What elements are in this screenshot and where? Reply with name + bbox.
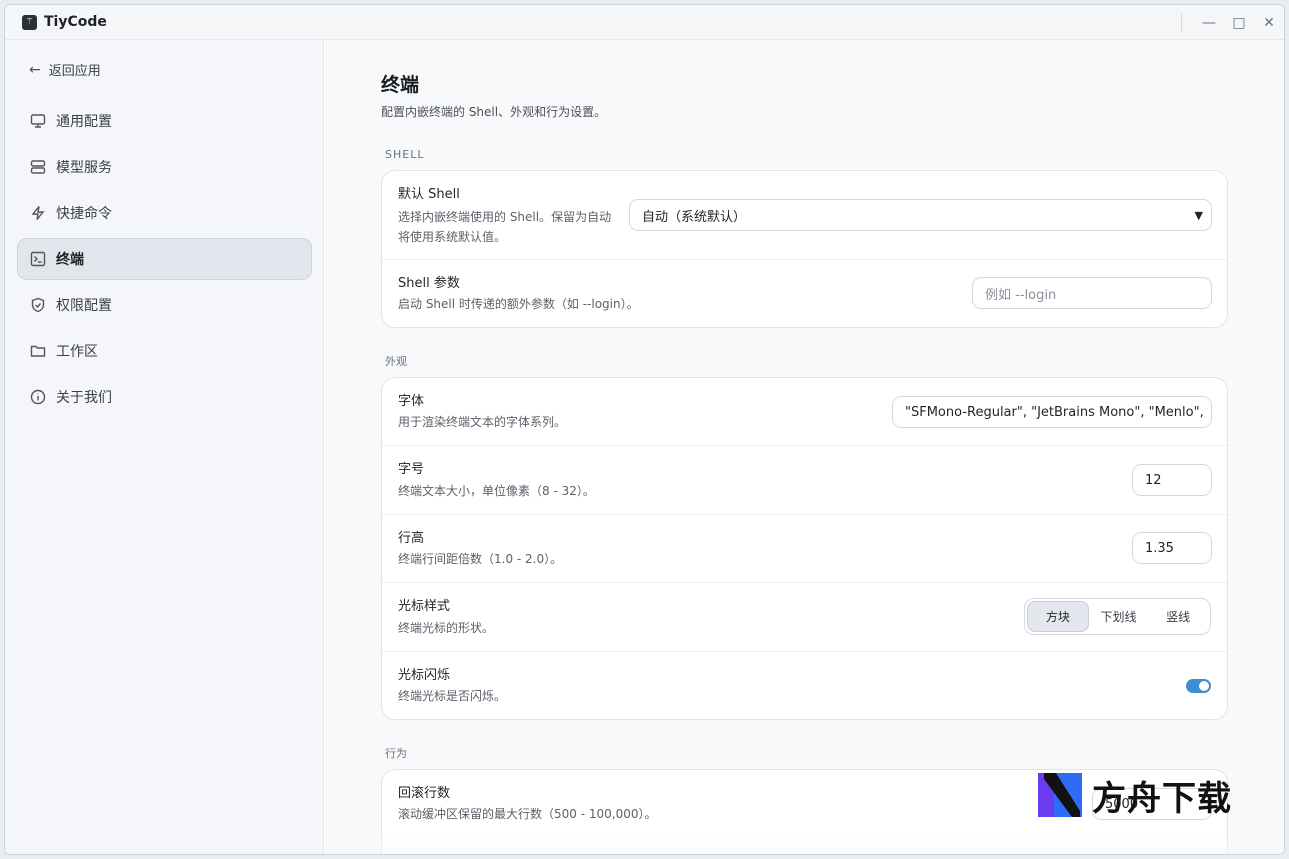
monitor-icon <box>30 113 46 129</box>
title-bar: ⚚ TiyCode — □ ✕ <box>5 5 1284 40</box>
maximize-icon[interactable]: □ <box>1224 5 1254 40</box>
app-window: ⚚ TiyCode — □ ✕ ← 返回应用 通用配置 模型服务 快捷命令 终端… <box>4 4 1285 855</box>
cursor-style-option-bar[interactable]: 竖线 <box>1148 601 1208 632</box>
default-shell-desc: 选择内嵌终端使用的 Shell。保留为自动 将使用系统默认值。 <box>398 207 611 247</box>
default-shell-title: 默认 Shell <box>398 187 460 202</box>
app-logo-icon: ⚚ <box>22 14 37 30</box>
page-subtitle: 配置内嵌终端的 Shell、外观和行为设置。 <box>381 105 607 119</box>
sidebar-item-models[interactable]: 模型服务 <box>17 146 312 188</box>
font-family-input[interactable]: "SFMono-Regular", "JetBrains Mono", "Men… <box>892 396 1212 428</box>
font-title: 字体 <box>398 394 425 409</box>
font-size-input[interactable]: 12 <box>1132 464 1212 496</box>
sidebar-item-commands[interactable]: 快捷命令 <box>17 192 312 234</box>
server-icon <box>30 159 46 175</box>
shield-icon <box>30 297 46 313</box>
appearance-settings-card: 字体 用于渲染终端文本的字体系列。 "SFMono-Regular", "Jet… <box>381 377 1228 720</box>
watermark-text: 方舟下载 <box>1092 778 1232 819</box>
folder-icon <box>30 343 46 359</box>
sidebar-item-label: 快捷命令 <box>56 206 112 222</box>
shell-settings-card: 默认 Shell 选择内嵌终端使用的 Shell。保留为自动 将使用系统默认值。… <box>381 170 1228 328</box>
section-label-behavior: 行为 <box>385 747 407 760</box>
shell-args-desc: 启动 Shell 时传递的额外参数（如 --login）。 <box>398 297 639 311</box>
font-size-title: 字号 <box>398 462 425 477</box>
watermark: 方舟下载 <box>1036 770 1250 820</box>
sidebar-item-general[interactable]: 通用配置 <box>17 100 312 142</box>
default-shell-select[interactable]: 自动（系统默认） ▼ <box>629 199 1212 231</box>
scrollback-title: 回滚行数 <box>398 786 451 801</box>
shell-args-row: Shell 参数 启动 Shell 时传递的额外参数（如 --login）。 例… <box>382 260 1227 327</box>
shell-args-input[interactable]: 例如 --login <box>972 277 1212 309</box>
line-height-title: 行高 <box>398 531 425 546</box>
chevron-down-icon: ▼ <box>1194 209 1203 222</box>
scroll-fade <box>381 835 1228 854</box>
info-icon <box>30 389 46 405</box>
section-label-appearance: 外观 <box>385 355 407 368</box>
terminal-icon <box>30 251 46 267</box>
font-size-row: 字号 终端文本大小，单位像素（8 - 32）。 12 <box>382 446 1227 515</box>
sidebar-item-label: 工作区 <box>56 344 98 360</box>
default-shell-desc-line-1: 选择内嵌终端使用的 Shell。保留为自动 <box>398 210 612 224</box>
minimize-icon[interactable]: — <box>1194 5 1224 40</box>
sidebar-item-about[interactable]: 关于我们 <box>17 376 312 418</box>
cursor-style-option-block[interactable]: 方块 <box>1027 601 1089 632</box>
section-label-shell: SHELL <box>385 148 425 161</box>
settings-main: 终端 配置内嵌终端的 Shell、外观和行为设置。 SHELL 默认 Shell… <box>325 40 1284 854</box>
cursor-style-option-underline[interactable]: 下划线 <box>1089 601 1149 632</box>
app-title: TiyCode <box>44 14 107 30</box>
font-size-desc: 终端文本大小，单位像素（8 - 32）。 <box>398 484 595 498</box>
line-height-desc: 终端行间距倍数（1.0 - 2.0）。 <box>398 552 563 566</box>
back-to-app-link[interactable]: ← 返回应用 <box>29 60 101 80</box>
sidebar-nav: 通用配置 模型服务 快捷命令 终端 权限配置 工作区 关于我们 <box>17 100 312 422</box>
cursor-blink-row: 光标闪烁 终端光标是否闪烁。 <box>382 652 1227 719</box>
font-row: 字体 用于渲染终端文本的字体系列。 "SFMono-Regular", "Jet… <box>382 378 1227 446</box>
back-label: 返回应用 <box>48 64 101 79</box>
arrow-left-icon: ← <box>29 61 41 78</box>
default-shell-row: 默认 Shell 选择内嵌终端使用的 Shell。保留为自动 将使用系统默认值。… <box>382 171 1227 260</box>
cursor-blink-desc: 终端光标是否闪烁。 <box>398 689 507 703</box>
cursor-style-title: 光标样式 <box>398 599 451 614</box>
cursor-blink-toggle[interactable] <box>1186 679 1211 693</box>
window-controls-divider <box>1181 13 1182 32</box>
watermark-logo-icon <box>1036 771 1084 819</box>
sidebar-item-label: 权限配置 <box>56 298 112 314</box>
cursor-style-segmented: 方块 下划线 竖线 <box>1024 598 1211 635</box>
close-icon[interactable]: ✕ <box>1254 5 1284 40</box>
sidebar-item-label: 通用配置 <box>56 114 112 130</box>
page-title: 终端 <box>381 74 420 96</box>
window-controls: — □ ✕ <box>1181 5 1284 40</box>
cursor-blink-title: 光标闪烁 <box>398 668 451 683</box>
sidebar-item-workspace[interactable]: 工作区 <box>17 330 312 372</box>
cursor-style-desc: 终端光标的形状。 <box>398 621 495 635</box>
line-height-input[interactable]: 1.35 <box>1132 532 1212 564</box>
toggle-knob <box>1199 681 1209 691</box>
default-shell-desc-line-2: 将使用系统默认值。 <box>398 230 507 244</box>
font-desc: 用于渲染终端文本的字体系列。 <box>398 415 567 429</box>
line-height-row: 行高 终端行间距倍数（1.0 - 2.0）。 1.35 <box>382 515 1227 583</box>
sidebar-item-label: 模型服务 <box>56 160 112 176</box>
scrollback-desc: 滚动缓冲区保留的最大行数（500 - 100,000）。 <box>398 807 657 821</box>
default-shell-value: 自动（系统默认） <box>642 209 747 225</box>
shell-args-title: Shell 参数 <box>398 276 460 291</box>
sidebar-item-terminal[interactable]: 终端 <box>17 238 312 280</box>
sidebar-item-label: 关于我们 <box>56 390 112 406</box>
sidebar-item-permissions[interactable]: 权限配置 <box>17 284 312 326</box>
sidebar-item-label: 终端 <box>56 252 84 268</box>
lightning-icon <box>30 205 46 221</box>
sidebar: ← 返回应用 通用配置 模型服务 快捷命令 终端 权限配置 工作区 关于我们 <box>5 40 324 854</box>
cursor-style-row: 光标样式 终端光标的形状。 方块 下划线 竖线 <box>382 583 1227 652</box>
